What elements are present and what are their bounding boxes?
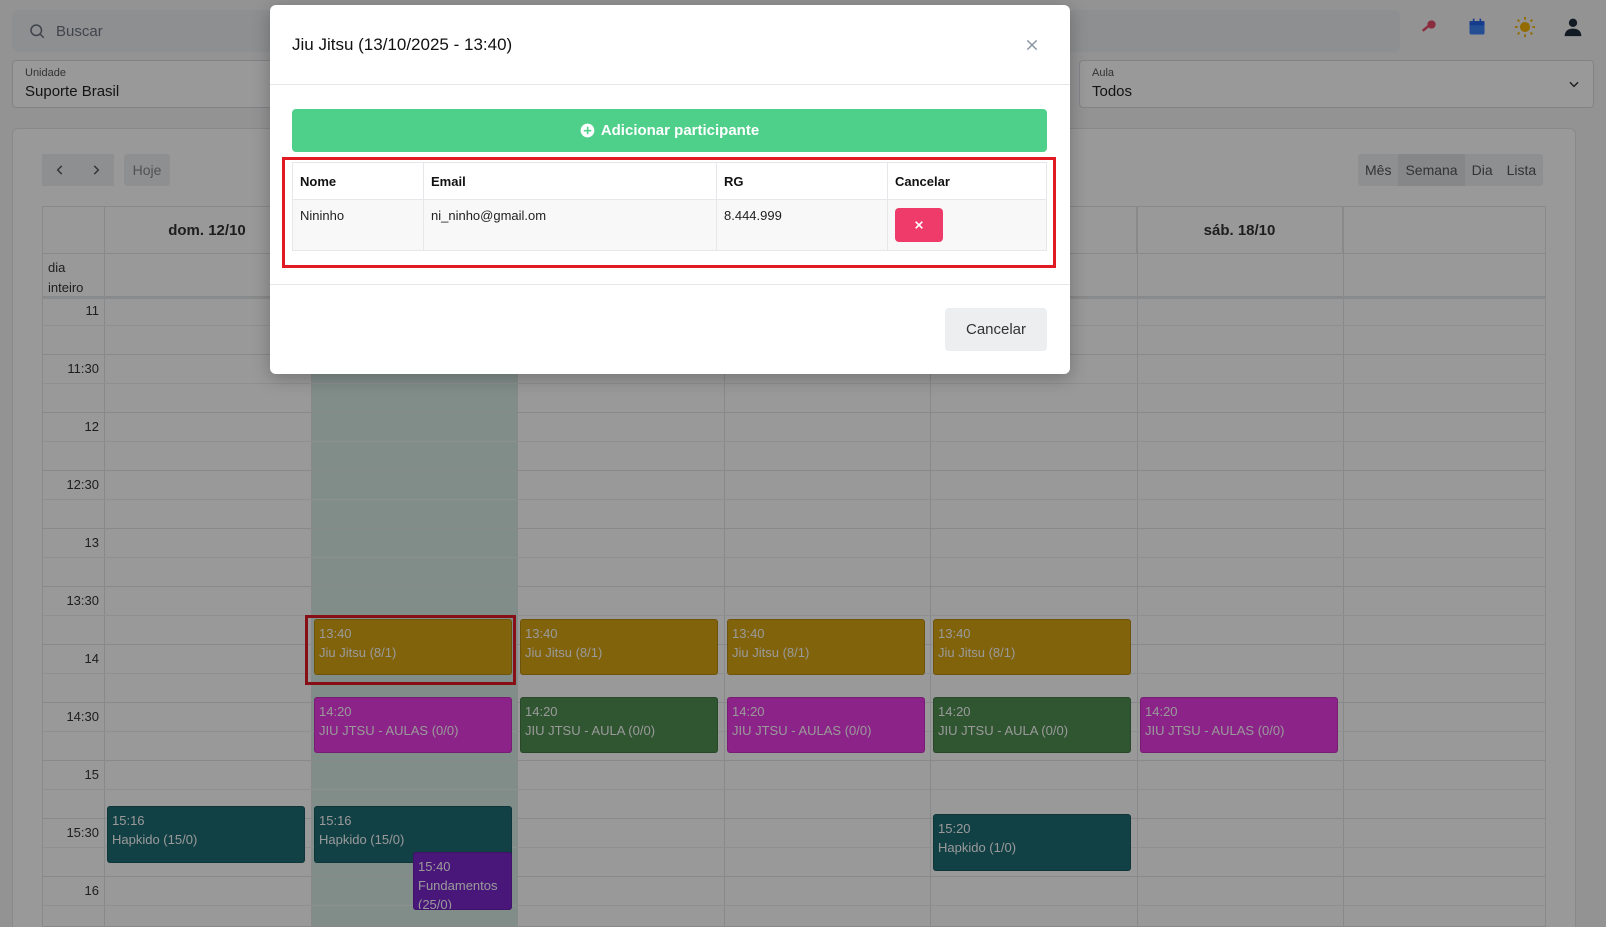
- participants-modal: Jiu Jitsu (13/10/2025 - 13:40) Adicionar…: [270, 5, 1070, 374]
- cancel-button[interactable]: Cancelar: [945, 308, 1047, 351]
- modal-divider: [270, 284, 1070, 285]
- close-button[interactable]: [1020, 33, 1044, 57]
- close-icon: [1026, 39, 1038, 51]
- modal-title: Jiu Jitsu (13/10/2025 - 13:40): [292, 35, 513, 54]
- add-participant-label: Adicionar participante: [600, 122, 760, 139]
- modal-header: Jiu Jitsu (13/10/2025 - 13:40): [270, 5, 1070, 85]
- plus-circle-icon: [580, 123, 595, 138]
- add-participant-button[interactable]: Adicionar participante: [292, 109, 1047, 152]
- table-highlight: [282, 157, 1056, 268]
